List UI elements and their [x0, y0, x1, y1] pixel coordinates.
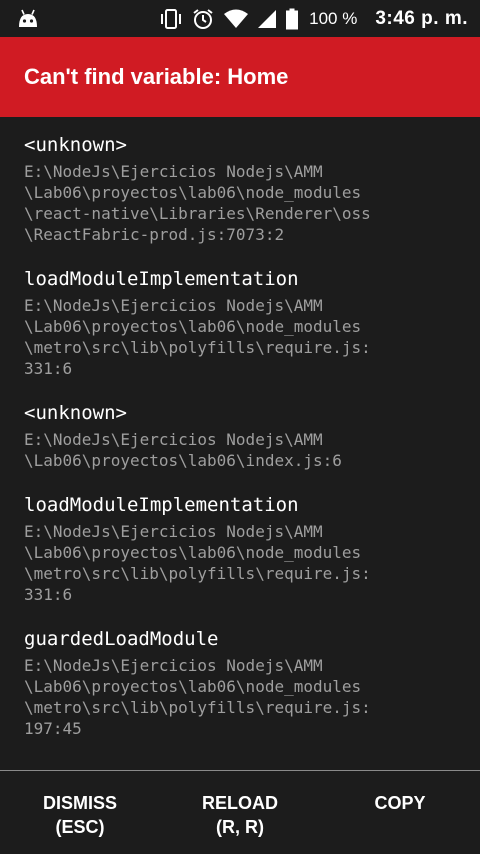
- stack-frame[interactable]: loadModuleImplementation E:\NodeJs\Ejerc…: [24, 491, 456, 605]
- alarm-icon: [193, 8, 213, 29]
- frame-method: guardedLoadModule: [24, 628, 219, 650]
- frame-file: E:\NodeJs\Ejercicios Nodejs\AMM \Lab06\p…: [24, 522, 371, 604]
- android-debug-icon: [19, 9, 37, 27]
- footer-bar: DISMISS (ESC) RELOAD (R, R) COPY: [0, 770, 480, 854]
- status-icons: 100 % 3:46 p. m.: [159, 0, 468, 37]
- stack-frame[interactable]: <unknown> E:\NodeJs\Ejercicios Nodejs\AM…: [24, 399, 456, 471]
- signal-icon: [258, 9, 277, 28]
- status-bar: 100 % 3:46 p. m.: [0, 0, 480, 37]
- wifi-icon: [224, 9, 249, 28]
- clock: 3:46 p. m.: [375, 7, 468, 29]
- frame-file: E:\NodeJs\Ejercicios Nodejs\AMM \Lab06\p…: [24, 296, 371, 378]
- copy-button[interactable]: COPY: [320, 771, 480, 854]
- reload-label: RELOAD (R, R): [202, 793, 278, 837]
- frame-method: loadModuleImplementation: [24, 268, 299, 290]
- frame-file: E:\NodeJs\Ejercicios Nodejs\AMM \Lab06\p…: [24, 430, 342, 470]
- stack-trace[interactable]: <unknown> E:\NodeJs\Ejercicios Nodejs\AM…: [0, 117, 480, 770]
- battery-percent: 100 %: [309, 8, 358, 28]
- frame-method: <unknown>: [24, 134, 127, 156]
- reload-button[interactable]: RELOAD (R, R): [160, 771, 320, 854]
- dismiss-label: DISMISS (ESC): [42, 793, 117, 837]
- frame-method: <unknown>: [24, 402, 127, 424]
- battery-icon: [286, 8, 299, 29]
- vibrate-icon: [161, 8, 182, 29]
- frame-file: E:\NodeJs\Ejercicios Nodejs\AMM \Lab06\p…: [24, 656, 371, 738]
- error-header: Can't find variable: Home: [0, 37, 480, 117]
- frame-file: E:\NodeJs\Ejercicios Nodejs\AMM \Lab06\p…: [24, 162, 371, 244]
- stack-frame[interactable]: guardedLoadModule E:\NodeJs\Ejercicios N…: [24, 625, 456, 739]
- dismiss-button[interactable]: DISMISS (ESC): [0, 771, 160, 854]
- stack-frame[interactable]: <unknown> E:\NodeJs\Ejercicios Nodejs\AM…: [24, 131, 456, 245]
- error-title: Can't find variable: Home: [24, 64, 289, 89]
- frame-method: loadModuleImplementation: [24, 494, 299, 516]
- stack-frame[interactable]: loadModuleImplementation E:\NodeJs\Ejerc…: [24, 265, 456, 379]
- copy-label: COPY: [374, 793, 426, 813]
